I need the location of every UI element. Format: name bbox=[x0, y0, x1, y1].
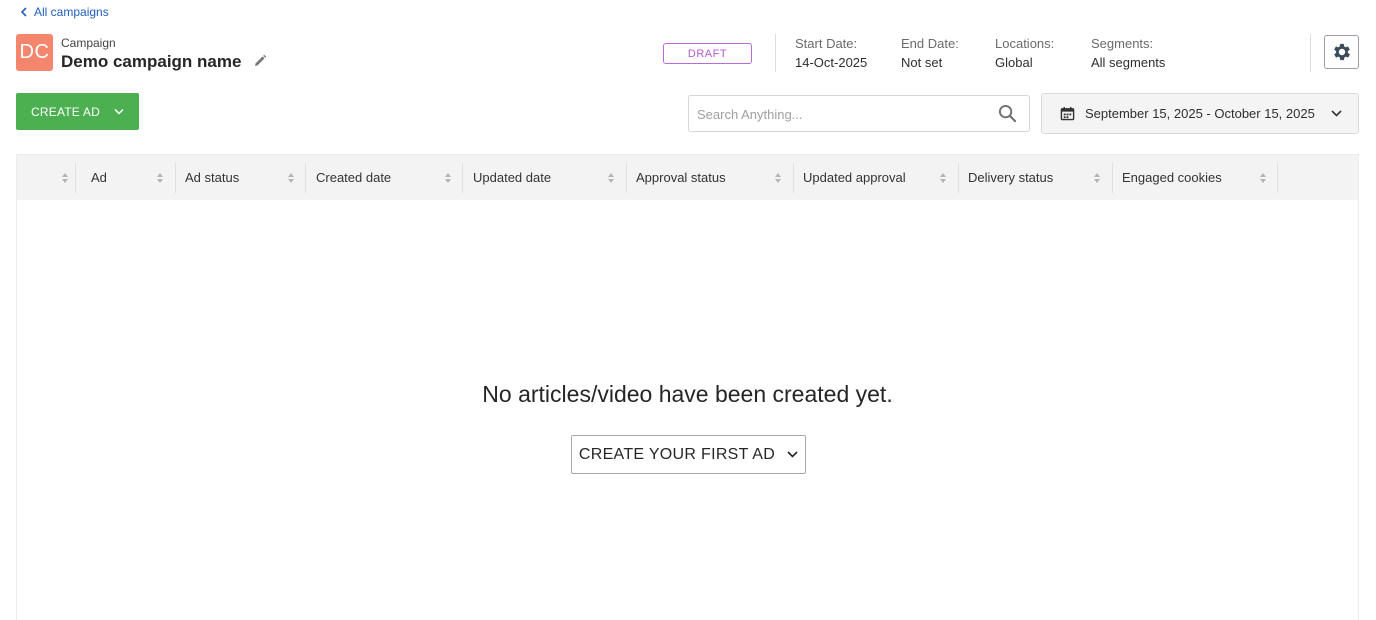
sort-icon[interactable] bbox=[939, 172, 947, 184]
end-date-value: Not set bbox=[901, 55, 943, 70]
chevron-left-icon bbox=[20, 7, 27, 17]
table-header: Ad Ad status Created date Updated date A… bbox=[17, 155, 1358, 200]
sort-icon[interactable] bbox=[61, 172, 69, 184]
gear-icon bbox=[1333, 43, 1350, 61]
start-date-meta: Start Date: 14-Oct-2025 bbox=[795, 36, 867, 70]
locations-meta: Locations: Global bbox=[995, 36, 1054, 70]
sort-icon[interactable] bbox=[607, 172, 615, 184]
pencil-icon[interactable] bbox=[253, 54, 267, 68]
column-header-ad-status[interactable]: Ad status bbox=[175, 155, 305, 200]
chevron-down-icon bbox=[114, 108, 124, 115]
chevron-down-icon bbox=[1331, 110, 1342, 117]
search-icon[interactable] bbox=[998, 104, 1017, 123]
create-first-ad-label: CREATE YOUR FIRST AD bbox=[578, 445, 776, 463]
settings-divider bbox=[1310, 34, 1311, 72]
sort-icon[interactable] bbox=[774, 172, 782, 184]
column-divider bbox=[75, 163, 76, 193]
column-header-label: Approval status bbox=[636, 170, 726, 185]
date-range-label: September 15, 2025 - October 15, 2025 bbox=[1085, 106, 1315, 121]
campaign-title: Demo campaign name bbox=[61, 52, 242, 71]
ads-table: Ad Ad status Created date Updated date A… bbox=[16, 154, 1359, 620]
column-header-delivery-status[interactable]: Delivery status bbox=[958, 155, 1112, 200]
start-date-value: 14-Oct-2025 bbox=[795, 55, 868, 70]
back-link-label: All campaigns bbox=[34, 5, 109, 19]
column-header-label: Updated approval bbox=[803, 170, 906, 185]
column-header-ad[interactable]: Ad bbox=[81, 155, 175, 200]
create-first-ad-button[interactable]: CREATE YOUR FIRST AD bbox=[571, 435, 806, 474]
segments-meta: Segments: All segments bbox=[1091, 36, 1165, 70]
create-ad-button[interactable]: CREATE AD bbox=[16, 93, 139, 130]
column-header-select[interactable] bbox=[17, 155, 75, 200]
start-date-label: Start Date: bbox=[795, 36, 858, 51]
calendar-icon bbox=[1060, 106, 1075, 121]
empty-state-message: No articles/video have been created yet. bbox=[482, 381, 893, 407]
column-header-label: Ad status bbox=[185, 170, 240, 185]
locations-label: Locations: bbox=[995, 36, 1055, 51]
sort-icon[interactable] bbox=[1093, 172, 1101, 184]
sort-icon[interactable] bbox=[1259, 172, 1267, 184]
column-header-updated-approval[interactable]: Updated approval bbox=[793, 155, 958, 200]
segments-value: All segments bbox=[1091, 55, 1166, 70]
column-header-label: Created date bbox=[316, 170, 392, 185]
search-box bbox=[688, 95, 1030, 132]
column-divider bbox=[1277, 163, 1278, 193]
status-badge: DRAFT bbox=[663, 43, 752, 64]
column-header-label: Ad bbox=[91, 170, 107, 185]
date-range-picker[interactable]: September 15, 2025 - October 15, 2025 bbox=[1041, 93, 1359, 134]
create-ad-label: CREATE AD bbox=[31, 104, 100, 119]
campaign-avatar: DC bbox=[16, 34, 53, 71]
column-header-label: Delivery status bbox=[968, 170, 1054, 185]
header-divider bbox=[775, 34, 776, 72]
column-header-engaged-cookies[interactable]: Engaged cookies bbox=[1112, 155, 1277, 200]
sort-icon[interactable] bbox=[444, 172, 452, 184]
sort-icon[interactable] bbox=[156, 172, 164, 184]
column-header-created-date[interactable]: Created date bbox=[306, 155, 462, 200]
locations-value: Global bbox=[995, 55, 1033, 70]
column-header-label: Engaged cookies bbox=[1122, 170, 1222, 185]
chevron-down-icon bbox=[787, 451, 798, 458]
column-header-updated-date[interactable]: Updated date bbox=[463, 155, 626, 200]
search-input[interactable] bbox=[697, 104, 987, 124]
end-date-label: End Date: bbox=[901, 36, 959, 51]
column-header-label: Updated date bbox=[473, 170, 552, 185]
sort-icon[interactable] bbox=[287, 172, 295, 184]
column-header-approval-status[interactable]: Approval status bbox=[626, 155, 793, 200]
end-date-meta: End Date: Not set bbox=[901, 36, 959, 70]
campaign-caption: Campaign bbox=[61, 36, 116, 50]
settings-button[interactable] bbox=[1324, 35, 1359, 69]
segments-label: Segments: bbox=[1091, 36, 1154, 51]
back-to-campaigns-link[interactable]: All campaigns bbox=[20, 5, 109, 19]
